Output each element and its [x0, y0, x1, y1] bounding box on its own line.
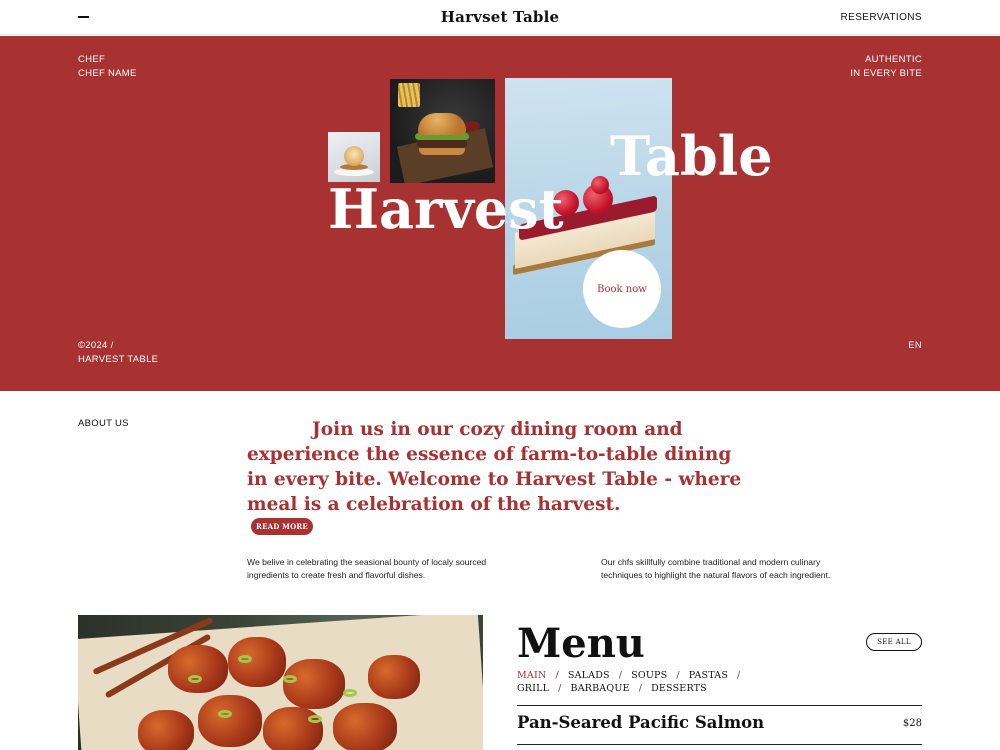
menu-category-salads[interactable]: SALADS	[568, 669, 610, 682]
hero-tagline: AUTHENTIC IN EVERY BITE	[850, 53, 922, 80]
see-all-button[interactable]: SEE ALL	[866, 633, 922, 651]
book-now-button[interactable]: Book now	[583, 250, 661, 328]
chef-info: CHEF CHEF NAME	[78, 53, 137, 80]
burger-thumbnail-image	[390, 79, 495, 183]
menu-divider	[517, 744, 922, 745]
category-separator: /	[676, 670, 680, 681]
chef-label: CHEF	[78, 54, 106, 65]
about-paragraph-2: Our chfs skillfully combine traditional …	[601, 557, 831, 580]
hero-title-table: Table	[610, 124, 773, 188]
category-separator: /	[618, 670, 623, 681]
tagline-line-2: IN EVERY BITE	[850, 67, 922, 79]
menu-category-soups[interactable]: SOUPS	[631, 669, 667, 682]
menu-category-grill[interactable]: GRILL	[517, 682, 549, 695]
hero-section: CHEF CHEF NAME AUTHENTIC IN EVERY BITE H…	[0, 36, 1000, 391]
category-separator: /	[555, 670, 559, 681]
read-more-button[interactable]: READ MORE	[251, 518, 313, 535]
menu-title: Menu	[517, 620, 645, 667]
chef-name: CHEF NAME	[78, 67, 137, 79]
about-paragraph-1: We belive in celebrating the seasional b…	[247, 557, 487, 580]
menu-category-main[interactable]: MAIN	[517, 669, 546, 682]
top-navigation-bar: Harvset Table RESERVATIONS	[0, 0, 1000, 35]
category-separator: /	[638, 683, 643, 694]
category-separator: /	[737, 670, 741, 681]
menu-category-barbaque[interactable]: BARBAQUE	[571, 682, 630, 695]
menu-category-desserts[interactable]: DESSERTS	[651, 682, 707, 695]
copyright-line-2: HARVEST TABLE	[78, 353, 159, 365]
menu-category-pastas[interactable]: PASTAS	[689, 669, 728, 682]
menu-divider	[517, 705, 922, 706]
copyright-line-1: ©2024 /	[78, 340, 114, 351]
tagline-line-1: AUTHENTIC	[864, 54, 922, 65]
hero-title-harvest: Harvest	[328, 177, 564, 241]
menu-item-price: $28	[902, 718, 922, 729]
copyright: ©2024 / HARVEST TABLE	[78, 339, 158, 366]
reservations-link[interactable]: RESERVATIONS	[841, 12, 923, 23]
category-separator: /	[558, 683, 562, 694]
featured-dish-image	[78, 615, 483, 750]
menu-item-name[interactable]: Pan-Seared Pacific Salmon	[517, 713, 764, 732]
about-quote: Join us in our cozy dining room and expe…	[247, 419, 742, 515]
menu-category-nav: MAIN / SALADS / SOUPS / PASTAS / GRILL / BARBAQUE /…	[517, 669, 767, 695]
language-switcher[interactable]: EN	[908, 339, 922, 353]
about-section-label: ABOUT US	[78, 418, 129, 429]
dessert-thumbnail-image	[328, 132, 380, 182]
